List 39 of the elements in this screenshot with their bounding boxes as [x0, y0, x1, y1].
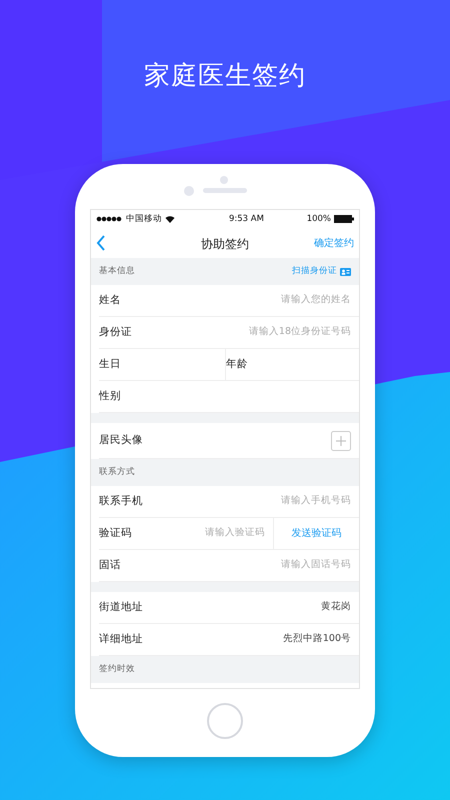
- text-field[interactable]: 请输入手机号码: [181, 494, 351, 509]
- back-button[interactable]: [96, 235, 106, 251]
- code-field[interactable]: 请输入验证码: [165, 526, 265, 541]
- text-field[interactable]: 请输入18位身份证号码: [181, 325, 351, 340]
- section-title: 基本信息: [99, 265, 135, 278]
- field-label: 固话: [99, 558, 121, 573]
- field-label: 生日: [99, 356, 121, 372]
- camera-icon: [220, 176, 228, 184]
- id-card-icon: [340, 268, 351, 276]
- field-label: 年龄: [226, 356, 248, 372]
- field-label: 街道地址: [99, 600, 143, 615]
- scan-id-button[interactable]: 扫描身份证: [292, 265, 351, 278]
- headline: 家庭医生签约: [144, 60, 306, 93]
- add-photo-icon: [331, 430, 351, 450]
- field-label: 居民头像: [99, 432, 143, 448]
- section-title: 签约时效: [99, 663, 135, 676]
- back-icon: [96, 235, 106, 251]
- battery-icon: [334, 215, 354, 223]
- text-field[interactable]: 请输入固话号码: [181, 558, 351, 573]
- carrier-name: 中国移动: [126, 212, 162, 226]
- field-value: 先烈中路100号: [282, 632, 351, 646]
- field-label: 验证码: [99, 526, 132, 541]
- text-field[interactable]: 请输入您的姓名: [181, 293, 351, 308]
- field-value: 黄花岗: [321, 600, 351, 614]
- field-label: 身份证: [99, 324, 132, 340]
- battery-level: 100%: [306, 212, 331, 226]
- section-title: 联系方式: [99, 466, 135, 479]
- speaker-icon: [203, 188, 247, 193]
- screen-title: 协助签约: [201, 237, 249, 251]
- field-label: 联系手机: [99, 494, 143, 509]
- confirm-button[interactable]: 确定签约: [314, 236, 354, 250]
- sensor-icon: [184, 186, 194, 196]
- field-label: 姓名: [99, 292, 121, 308]
- field-label: 性别: [99, 388, 121, 404]
- status-time: 9:53 AM: [229, 212, 264, 226]
- field-label: 详细地址: [99, 632, 143, 647]
- wifi-icon: [165, 215, 175, 223]
- send-code-button[interactable]: 发送验证码: [273, 518, 359, 549]
- signal-icon: [96, 216, 122, 222]
